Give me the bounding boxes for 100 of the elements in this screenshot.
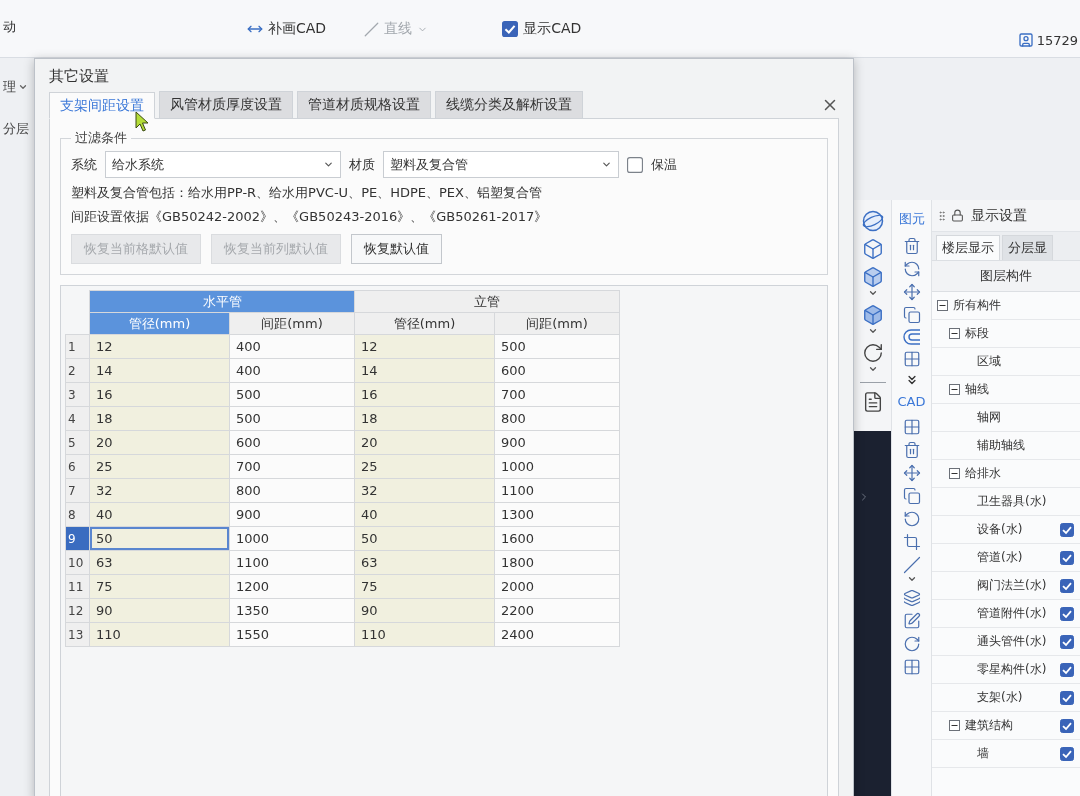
table-cell[interactable]: 1100 [494,478,620,503]
table-cell[interactable]: 1600 [494,526,620,551]
toolbar-button[interactable]: 补画CAD [243,18,331,40]
tree-item[interactable]: 标段 [965,325,989,342]
tree-item[interactable]: 卫生器具(水) [977,493,1047,510]
row-number[interactable]: 9 [65,526,90,551]
table-cell[interactable]: 50 [89,526,230,551]
table-cell[interactable]: 75 [89,574,230,599]
menu-item[interactable]: 理 [3,78,16,96]
table-cell[interactable]: 800 [229,478,355,503]
table-cell[interactable]: 14 [89,358,230,383]
tab[interactable]: 管道材质规格设置 [297,91,431,118]
lock-icon[interactable] [951,209,964,222]
tree-item[interactable]: 管道(水) [977,549,1023,566]
checkbox[interactable] [1060,634,1074,649]
row-number[interactable]: 3 [65,382,90,407]
tree-item[interactable]: 所有构件 [953,297,1001,314]
table-cell[interactable]: 2400 [494,622,620,647]
user-icon[interactable] [1017,32,1034,48]
table-cell[interactable]: 1350 [229,598,355,623]
menu-item[interactable]: 分层 [3,120,29,138]
table-cell[interactable]: 900 [494,430,620,455]
table-cell[interactable]: 400 [229,334,355,359]
column-header[interactable]: 管径(mm) [354,312,495,335]
caret-icon[interactable] [867,364,878,374]
checkbox-label[interactable]: 保温 [651,155,677,174]
row-number[interactable]: 8 [65,502,90,527]
panel-tab[interactable]: 分层显 [1002,235,1053,260]
column-group-header[interactable]: 立管 [354,290,620,313]
row-number[interactable]: 2 [65,358,90,383]
row-number[interactable]: 7 [65,478,90,503]
trash-icon[interactable] [902,237,921,255]
table-cell[interactable]: 25 [354,454,495,479]
cube-icon[interactable] [861,304,884,326]
caret-icon[interactable] [906,574,917,584]
table-cell[interactable]: 63 [89,550,230,575]
table-cell[interactable]: 18 [89,406,230,431]
table-cell[interactable]: 14 [354,358,495,383]
caret-icon[interactable] [18,82,28,92]
caret-icon[interactable] [867,326,878,336]
layers-icon[interactable] [902,589,921,607]
tree-item[interactable]: 区域 [977,353,1001,370]
table-cell[interactable]: 1550 [229,622,355,647]
rotate-icon[interactable] [861,342,884,364]
collapse-icon[interactable] [937,300,948,311]
tree-item[interactable]: 支架(水) [977,689,1023,706]
table-cell[interactable]: 110 [354,622,495,647]
tree-item[interactable]: 阀门法兰(水) [977,577,1047,594]
table-cell[interactable]: 700 [229,454,355,479]
checkbox[interactable] [502,21,519,37]
grid-icon[interactable] [902,418,921,436]
table-cell[interactable]: 800 [494,406,620,431]
row-number[interactable]: 10 [65,550,90,575]
table-cell[interactable]: 90 [354,598,495,623]
move-icon[interactable] [902,283,921,301]
tree-item[interactable]: 通头管件(水) [977,633,1047,650]
table-cell[interactable]: 1200 [229,574,355,599]
trash-icon[interactable] [902,441,921,459]
row-number[interactable]: 5 [65,430,90,455]
table-cell[interactable]: 25 [89,454,230,479]
pencil-square-icon[interactable] [902,612,921,630]
tree-item[interactable]: 轴线 [965,381,989,398]
row-number[interactable]: 6 [65,454,90,479]
collapse-icon[interactable] [949,720,960,731]
table-cell[interactable]: 600 [229,430,355,455]
reset-button[interactable]: 恢复默认值 [351,234,442,264]
table-cell[interactable]: 1000 [229,526,355,551]
table-cell[interactable]: 500 [229,382,355,407]
tab[interactable]: 支架间距设置 [49,92,155,119]
rotate-icon[interactable] [902,510,921,528]
table-cell[interactable]: 12 [354,334,495,359]
move-icon[interactable] [902,464,921,482]
copy-icon[interactable] [902,306,921,324]
table-cell[interactable]: 16 [89,382,230,407]
row-number[interactable]: 13 [65,622,90,647]
checkbox[interactable] [1060,550,1074,565]
collapse-icon[interactable] [949,468,960,479]
checkbox[interactable] [1060,746,1074,761]
table-cell[interactable]: 50 [354,526,495,551]
tree-item[interactable]: 设备(水) [977,521,1023,538]
table-cell[interactable]: 32 [354,478,495,503]
table-cell[interactable]: 900 [229,502,355,527]
table-cell[interactable]: 1100 [229,550,355,575]
table-cell[interactable]: 500 [494,334,620,359]
row-number[interactable]: 11 [65,574,90,599]
table-cell[interactable]: 2200 [494,598,620,623]
grid-icon[interactable] [902,350,921,368]
crop-icon[interactable] [902,533,921,551]
tab[interactable]: 线缆分类及解析设置 [435,91,583,118]
dropdown[interactable]: 塑料及复合管 [383,151,619,178]
checkbox[interactable] [1060,690,1074,705]
row-number[interactable]: 1 [65,334,90,359]
table-cell[interactable]: 12 [89,334,230,359]
caret-icon[interactable] [867,288,878,298]
tree-item[interactable]: 管道附件(水) [977,605,1047,622]
table-cell[interactable]: 600 [494,358,620,383]
nested-arcs-icon[interactable] [902,329,921,345]
table-cell[interactable]: 63 [354,550,495,575]
tree-item[interactable]: 轴网 [977,409,1001,426]
checkbox-label[interactable]: 显示CAD [523,20,582,38]
